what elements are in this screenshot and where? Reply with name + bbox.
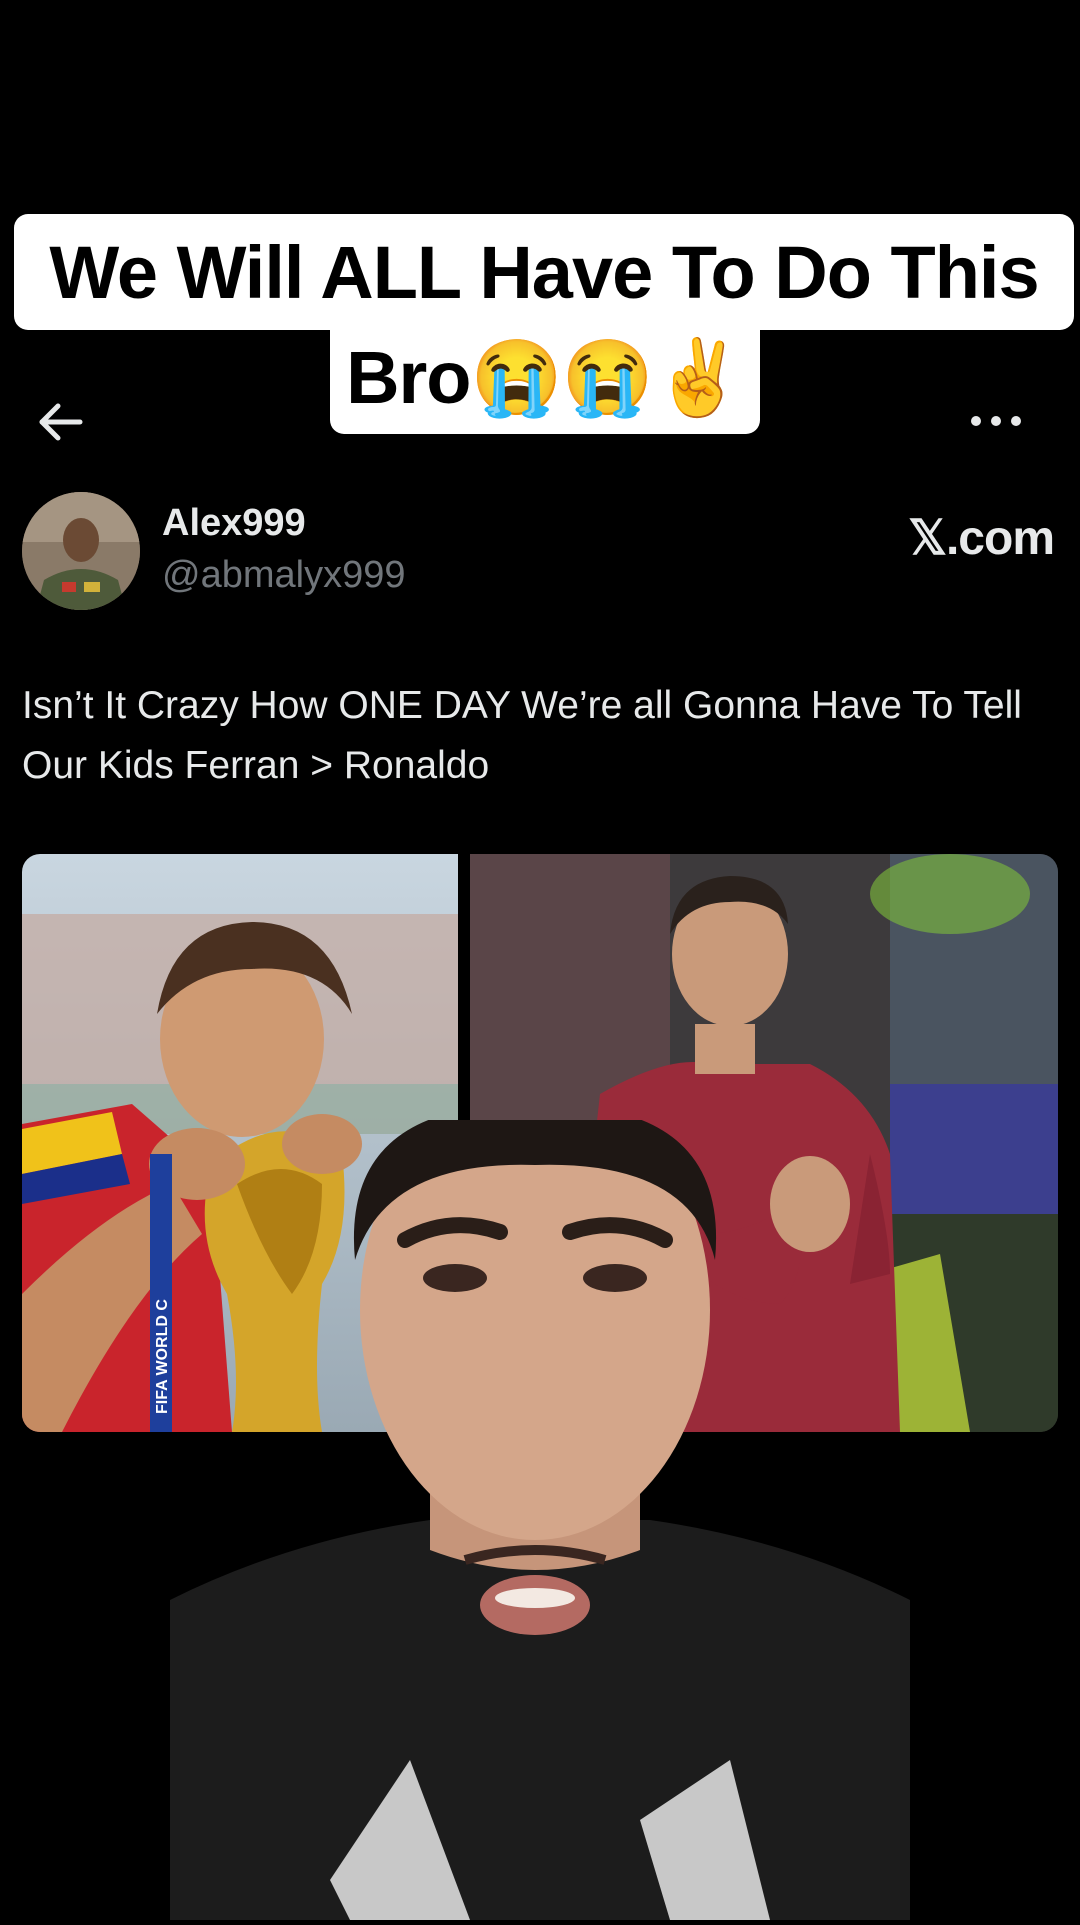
more-horizontal-icon (971, 416, 1021, 426)
caption-line-1: We Will ALL Have To Do This (14, 214, 1074, 330)
author-name[interactable]: Alex999 (162, 502, 306, 545)
tweet-author: Alex999 @abmalyx999 𝕏.com (22, 492, 1058, 612)
tweet-text: Isn’t It Crazy How ONE DAY We’re all Gon… (22, 684, 1022, 787)
lanyard-text: FIFA WORLD C (154, 1299, 171, 1414)
caption-line-2: Bro😭😭✌️ (330, 322, 760, 434)
author-handle[interactable]: @abmalyx999 (162, 554, 405, 597)
presenter-video (170, 1080, 910, 1920)
source-watermark: 𝕏.com (908, 512, 1055, 565)
avatar[interactable] (22, 492, 140, 610)
more-options-button[interactable] (966, 406, 1026, 436)
